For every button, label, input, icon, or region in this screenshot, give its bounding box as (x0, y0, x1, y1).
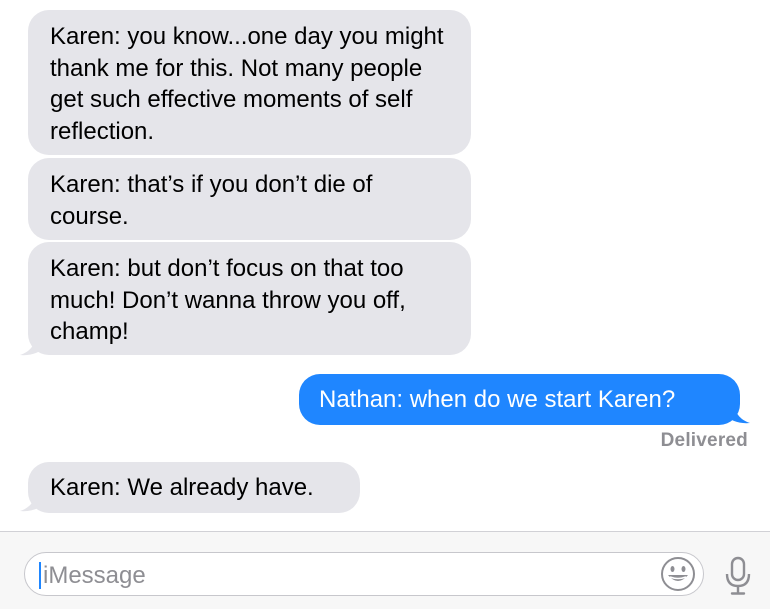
bubble-tail (20, 334, 46, 356)
message-bubble-incoming[interactable]: Karen: you know...one day you might than… (28, 10, 471, 155)
message-text: Karen: that’s if you don’t die of course… (50, 171, 373, 230)
message-composer: iMessage (0, 531, 770, 609)
message-bubble-incoming[interactable]: Karen: but don’t focus on that too much!… (28, 242, 471, 355)
message-thread: Karen: you know...one day you might than… (0, 0, 770, 530)
bubble-tail (724, 402, 750, 424)
message-bubble-incoming[interactable]: Karen: We already have. (28, 462, 360, 513)
delivery-status: Delivered (660, 430, 748, 451)
emoji-icon[interactable] (659, 555, 697, 593)
message-text: Karen: We already have. (50, 474, 314, 501)
message-text: Karen: but don’t focus on that too much!… (50, 255, 406, 345)
message-input-placeholder: iMessage (43, 562, 146, 589)
message-bubble-outgoing[interactable]: Nathan: when do we start Karen? (299, 374, 740, 425)
bubble-tail (20, 490, 46, 512)
message-text: Nathan: when do we start Karen? (319, 386, 676, 413)
microphone-icon[interactable] (722, 556, 754, 596)
message-input[interactable]: iMessage (24, 552, 704, 596)
text-cursor (39, 562, 41, 589)
message-bubble-incoming[interactable]: Karen: that’s if you don’t die of course… (28, 158, 471, 240)
message-text: Karen: you know...one day you might than… (50, 23, 444, 145)
